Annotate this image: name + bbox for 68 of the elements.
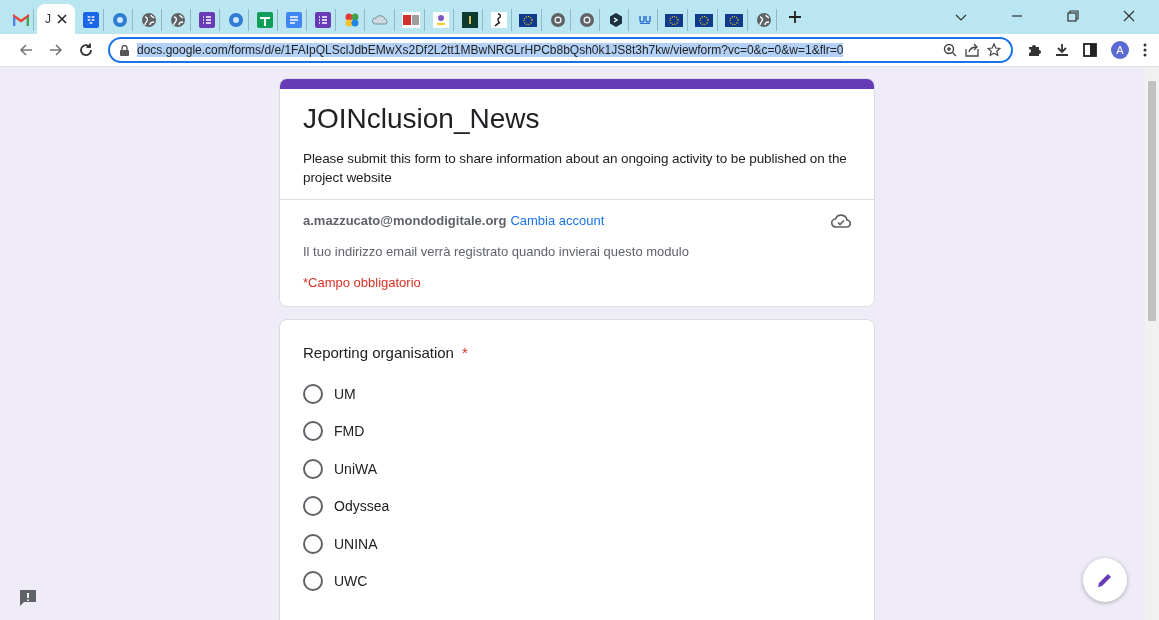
circle-icon [111, 12, 128, 28]
required-notice: *Campo obbligatorio [303, 275, 422, 290]
option-label[interactable]: FMD [334, 423, 365, 440]
download-icon[interactable] [1055, 43, 1069, 57]
logo-icon [432, 12, 449, 28]
option-label[interactable]: UM [334, 385, 356, 402]
pinwheel-icon [343, 12, 360, 28]
forward-icon[interactable] [48, 42, 64, 58]
option-label[interactable]: UNINA [334, 535, 378, 552]
option-label[interactable]: UniWA [334, 460, 378, 477]
star-icon[interactable] [987, 43, 1001, 57]
required-mark: * [461, 344, 468, 361]
browser-tab[interactable]: J [37, 4, 75, 34]
side-panel-icon[interactable] [1083, 43, 1097, 57]
radio-button[interactable] [303, 571, 323, 592]
browser-logo-icon [549, 12, 566, 28]
document-icon [285, 12, 302, 28]
zoom-icon[interactable] [943, 43, 957, 57]
puzzle-icon[interactable] [1027, 43, 1041, 57]
globe-icon [140, 12, 157, 28]
close-icon[interactable] [1123, 10, 1135, 22]
switch-account-link[interactable]: Cambia account [510, 213, 605, 228]
radio-button[interactable] [303, 496, 323, 517]
pencil-icon [1096, 571, 1114, 589]
address-field[interactable]: docs.google.com/forms/d/e/1FAIpQLSclJdbEMwXs2Df2L2tt1MBwNRGLrHPCb8bQsh0k1JS8t3h7kw/viewform?vc=0&c=0&w=1&flr=0 [108, 37, 1013, 63]
reload-icon[interactable] [78, 42, 94, 58]
browser-logo-icon [578, 12, 595, 28]
form-title: JOINclusion_News [303, 103, 541, 135]
feedback-icon[interactable] [18, 588, 38, 608]
cloud-icon [372, 15, 390, 25]
email-notice: Il tuo indirizzo email verrà registrato quando invierai questo modulo [303, 244, 690, 259]
list-icon [198, 12, 215, 28]
question-title: Reporting organisation [303, 344, 454, 361]
radio-button[interactable] [303, 421, 323, 442]
radio-button[interactable] [303, 383, 323, 404]
cloud-check-icon [831, 213, 851, 228]
flag-icon [519, 13, 537, 27]
radio-button[interactable] [303, 533, 323, 554]
chevron-down-icon[interactable] [955, 14, 967, 22]
new-tab-icon[interactable] [788, 10, 802, 24]
figure-icon [490, 12, 507, 28]
flag-icon [725, 13, 743, 27]
close-icon[interactable] [57, 14, 67, 24]
profile-avatar[interactable]: A [1111, 41, 1129, 59]
account-email: a.mazzucato@mondodigitale.org [303, 213, 507, 228]
edit-button[interactable] [1083, 558, 1127, 602]
radio-button[interactable] [303, 458, 323, 479]
scrollbar[interactable] [1145, 67, 1159, 620]
share-icon[interactable] [965, 43, 979, 57]
hexagon-icon [607, 12, 624, 28]
globe-icon [169, 12, 186, 28]
option-label[interactable]: UWC [334, 573, 368, 590]
list-icon [314, 12, 331, 28]
form-description: Please submit this form to share information about an ongoing activity to be published on the project website [303, 150, 848, 187]
logo-icon [636, 14, 653, 26]
box-icon [82, 12, 99, 28]
circle-icon [227, 12, 244, 28]
more-icon[interactable] [1143, 43, 1147, 57]
mail-icon [12, 14, 29, 26]
restore-icon[interactable] [1067, 10, 1079, 22]
logo-icon [461, 12, 478, 28]
logo-icon [402, 12, 420, 28]
flag-icon [665, 13, 683, 27]
lock-icon [120, 44, 129, 56]
back-icon[interactable] [18, 42, 34, 58]
option-label[interactable]: Odyssea [334, 498, 390, 515]
flag-icon [695, 13, 713, 27]
globe-icon [755, 12, 772, 28]
